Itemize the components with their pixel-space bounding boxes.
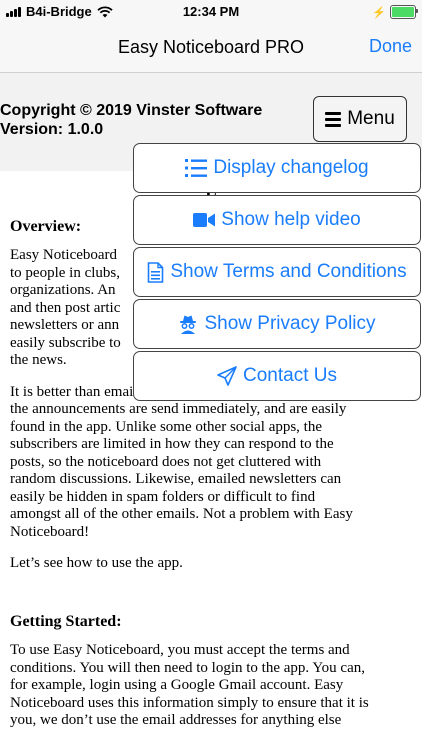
text-line: subscribers are limited in how they can … — [10, 436, 334, 452]
status-bar: B4i-Bridge 12:34 PM ⚡ — [0, 0, 422, 24]
text-line: posts, so the noticeboard does not get c… — [10, 453, 322, 470]
text-line: easily be hidden in spam folders or diff… — [10, 488, 316, 505]
menu-item-show-help-video[interactable]: Show help video — [133, 195, 421, 245]
text-line: newsletters or ann — [10, 317, 120, 333]
menu-item-display-changelog[interactable]: Display changelog — [133, 143, 421, 193]
comparison-paragraph: It is better than email or other social … — [10, 384, 412, 542]
status-right: ⚡ — [372, 5, 418, 19]
list-icon — [185, 159, 208, 177]
menu-item-show-privacy-policy[interactable]: Show Privacy Policy — [133, 299, 421, 349]
text-line: conditions. You will then need to login … — [10, 659, 365, 676]
text-line: Easy Noticeboard — [10, 247, 118, 263]
menu-item-label: Display changelog — [213, 157, 369, 178]
getting-started-heading: Getting Started: — [10, 612, 122, 630]
menu-button-label: Menu — [347, 108, 395, 129]
battery-fill — [392, 7, 414, 17]
menu-button[interactable]: Menu — [313, 96, 407, 142]
text-line: the news. — [10, 352, 67, 368]
text-line: found in the app. Unlike some other soci… — [10, 418, 323, 435]
intro-paragraph: Let’s see how to use the app. — [10, 555, 183, 571]
text-line: Noticeboard! — [10, 523, 90, 540]
text-line: Noticeboard uses this information simply… — [10, 694, 369, 711]
menu-item-label: Show Terms and Conditions — [170, 261, 407, 282]
charging-icon: ⚡ — [372, 6, 386, 19]
text-line: you, we don’t use the email addresses fo… — [10, 712, 342, 728]
app-info: Copyright © 2019 Vinster Software Versio… — [0, 101, 262, 139]
navigation-bar: Easy Noticeboard PRO Done — [0, 24, 422, 73]
text-line: organizations. An — [10, 282, 116, 298]
battery-icon — [390, 5, 418, 19]
menu-item-label: Show help video — [221, 209, 361, 230]
text-line: to people in clubs, — [10, 264, 120, 281]
incognito-icon — [180, 315, 197, 334]
version-text: Version: 1.0.0 — [0, 121, 104, 138]
text-line: random discussions. Likewise, emailed ne… — [10, 471, 342, 487]
status-time: 12:34 PM — [182, 4, 240, 19]
text-line: for example, login using a Google Gmail … — [10, 677, 344, 693]
text-line: amongst all of the other emails. Not a p… — [10, 506, 353, 522]
getting-started-paragraph: To use Easy Noticeboard, you must accept… — [10, 642, 412, 730]
text-line: To use Easy Noticeboard, you must accept… — [10, 642, 350, 658]
menu-item-label: Show Privacy Policy — [204, 313, 376, 334]
video-camera-icon — [193, 213, 216, 227]
paper-plane-icon — [217, 366, 237, 386]
page-title: Easy Noticeboard PRO — [117, 37, 305, 57]
copyright-text: Copyright © 2019 Vinster Software — [0, 102, 263, 119]
text-line: the announcements are send immediately, … — [10, 401, 347, 417]
done-button[interactable]: Done — [369, 36, 412, 57]
text-line: easily subscribe to — [10, 334, 121, 351]
menu-item-show-terms[interactable]: Show Terms and Conditions — [133, 247, 421, 297]
menu-item-contact-us[interactable]: Contact Us — [133, 351, 421, 401]
hamburger-icon — [325, 111, 342, 127]
document-icon — [148, 261, 164, 283]
text-line: and then post artic — [10, 299, 121, 316]
menu-item-label: Contact Us — [243, 365, 337, 386]
